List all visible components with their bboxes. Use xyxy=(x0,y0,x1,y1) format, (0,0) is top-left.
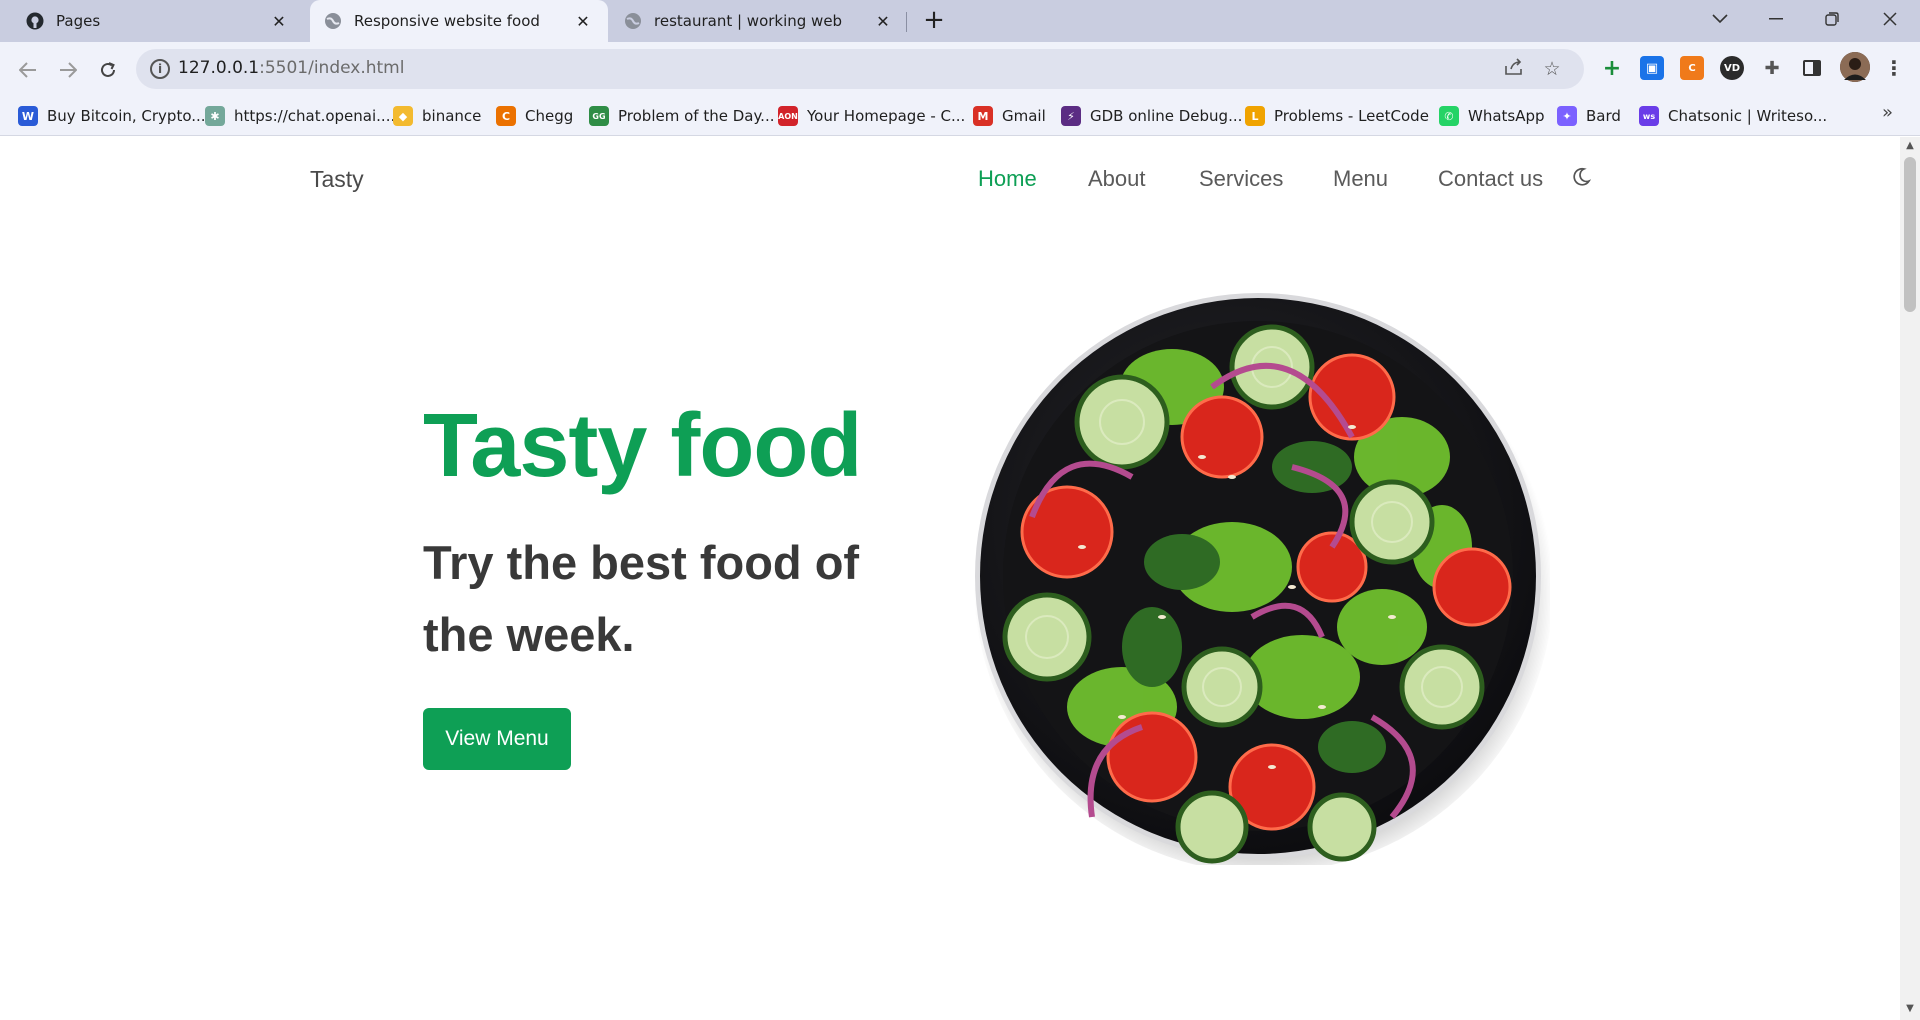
bookmark-label: https://chat.openai.... xyxy=(234,107,396,125)
tab-separator xyxy=(906,12,907,32)
tab-search-button[interactable] xyxy=(1692,0,1748,38)
chegg-skip-extension-icon[interactable]: C xyxy=(1680,56,1704,80)
nav-link-contact[interactable]: Contact us xyxy=(1438,166,1543,192)
bookmark-favicon-icon: ✦ xyxy=(1557,106,1577,126)
new-tab-button[interactable]: + xyxy=(918,6,950,36)
browser-toolbar: i 127.0.0.1:5501/index.html ☆ + ▣ C VD ✚… xyxy=(0,42,1920,96)
reload-button[interactable] xyxy=(94,56,122,84)
nav-link-about[interactable]: About xyxy=(1088,166,1146,192)
close-icon xyxy=(1883,12,1897,26)
chevron-down-icon xyxy=(1712,14,1728,24)
hero-subtitle: Try the best food of the week. xyxy=(423,536,860,661)
tab-title: restaurant | working web xyxy=(654,12,843,30)
browser-menu-icon[interactable]: ⋮ xyxy=(1882,56,1906,80)
page-viewport: Tasty Home About Services Menu Contact u… xyxy=(0,137,1900,1020)
bookmark-favicon-icon: M xyxy=(973,106,993,126)
tab-title: Pages xyxy=(56,12,101,30)
bookmark-label: Problem of the Day... xyxy=(618,107,775,125)
vd-extension-icon[interactable]: VD xyxy=(1720,56,1744,80)
bookmark-item[interactable]: ✱ https://chat.openai.... xyxy=(205,104,395,128)
salad-bowl-image xyxy=(974,293,1550,865)
tab-title: Responsive website food xyxy=(354,12,540,30)
close-icon[interactable]: ✕ xyxy=(872,10,894,32)
bookmark-favicon-icon: ◆ xyxy=(393,106,413,126)
nav-link-menu[interactable]: Menu xyxy=(1333,166,1388,192)
close-icon[interactable]: ✕ xyxy=(572,10,594,32)
bookmark-favicon-icon: AON xyxy=(778,106,798,126)
forward-button[interactable] xyxy=(54,56,82,84)
bookmark-favicon-icon: W xyxy=(18,106,38,126)
bookmark-star-icon[interactable]: ☆ xyxy=(1540,58,1564,80)
close-window-button[interactable] xyxy=(1862,0,1918,38)
bookmark-item[interactable]: AON Your Homepage - C... xyxy=(778,104,965,128)
bookmark-label: binance xyxy=(422,107,482,125)
bookmark-favicon-icon: ws xyxy=(1639,106,1659,126)
bookmark-favicon-icon: ✱ xyxy=(205,106,225,126)
arrow-right-icon xyxy=(60,62,77,78)
bookmark-label: Chegg xyxy=(525,107,574,125)
more-bookmarks-icon[interactable]: » xyxy=(1882,102,1893,123)
site-info-icon[interactable]: i xyxy=(150,59,170,79)
bookmark-item[interactable]: M Gmail xyxy=(973,104,1046,128)
bookmark-favicon-icon: L xyxy=(1245,106,1265,126)
address-bar[interactable]: i 127.0.0.1:5501/index.html ☆ xyxy=(136,49,1584,89)
reload-icon xyxy=(101,62,115,77)
bookmark-label: Problems - LeetCode xyxy=(1274,107,1429,125)
globe-icon xyxy=(324,12,342,30)
minimize-icon xyxy=(1769,18,1783,20)
back-button[interactable] xyxy=(14,56,42,84)
bookmark-label: Your Homepage - C... xyxy=(807,107,966,125)
bookmark-favicon-icon: ✆ xyxy=(1439,106,1459,126)
bookmark-item[interactable]: W Buy Bitcoin, Crypto... xyxy=(18,104,206,128)
bookmark-label: Gmail xyxy=(1002,107,1046,125)
bookmark-label: GDB online Debug... xyxy=(1090,107,1243,125)
nav-link-services[interactable]: Services xyxy=(1199,166,1283,192)
restore-icon xyxy=(1825,12,1839,26)
close-icon[interactable]: ✕ xyxy=(268,10,290,32)
bookmark-item[interactable]: ⚡ GDB online Debug... xyxy=(1061,104,1242,128)
minimize-button[interactable] xyxy=(1748,0,1804,38)
side-panel-icon[interactable] xyxy=(1800,56,1824,80)
scroll-up-icon[interactable]: ▲ xyxy=(1904,140,1916,154)
bookmark-item[interactable]: ws Chatsonic | Writeso... xyxy=(1639,104,1827,128)
bookmark-favicon-icon: C xyxy=(496,106,516,126)
bookmark-label: Buy Bitcoin, Crypto... xyxy=(47,107,206,125)
restore-button[interactable] xyxy=(1804,0,1860,38)
hero-title: Tasty food xyxy=(423,396,862,496)
scroll-down-icon[interactable]: ▼ xyxy=(1904,1003,1916,1017)
tab-responsive-website-food[interactable]: Responsive website food ✕ xyxy=(310,0,608,42)
tab-restaurant[interactable]: restaurant | working web ✕ xyxy=(610,0,908,42)
tab-pages[interactable]: Pages ✕ xyxy=(12,0,304,42)
bookmark-item[interactable]: ✦ Bard xyxy=(1557,104,1621,128)
bookmark-label: Bard xyxy=(1586,107,1621,125)
bookmark-item[interactable]: GG Problem of the Day... xyxy=(589,104,775,128)
bookmark-label: Chatsonic | Writeso... xyxy=(1668,107,1828,125)
bookmark-item[interactable]: C Chegg xyxy=(496,104,573,128)
site-logo[interactable]: Tasty xyxy=(310,166,364,193)
plus-extension-icon[interactable]: + xyxy=(1600,56,1624,81)
share-icon[interactable] xyxy=(1502,58,1526,80)
bookmark-item[interactable]: ✆ WhatsApp xyxy=(1439,104,1545,128)
bookmarks-bar: » W Buy Bitcoin, Crypto... ✱ https://chat.o… xyxy=(0,96,1920,136)
github-icon xyxy=(26,12,44,30)
page-scrollbar[interactable]: ▲ ▼ xyxy=(1900,137,1920,1020)
scrollbar-thumb[interactable] xyxy=(1904,157,1916,312)
bookmark-item[interactable]: L Problems - LeetCode xyxy=(1245,104,1429,128)
bookmark-favicon-icon: GG xyxy=(589,106,609,126)
arrow-left-icon xyxy=(19,62,36,78)
bookmark-label: WhatsApp xyxy=(1468,107,1545,125)
globe-icon xyxy=(624,12,642,30)
screenshot-extension-icon[interactable]: ▣ xyxy=(1640,56,1664,80)
bookmark-item[interactable]: ◆ binance xyxy=(393,104,481,128)
tab-strip: Pages ✕ Responsive website food ✕ restau… xyxy=(0,0,1920,42)
url-text: 127.0.0.1:5501/index.html xyxy=(178,58,405,78)
profile-avatar[interactable] xyxy=(1840,52,1870,82)
nav-link-home[interactable]: Home xyxy=(978,166,1037,192)
puzzle-extensions-icon[interactable]: ✚ xyxy=(1760,56,1784,80)
bookmark-favicon-icon: ⚡ xyxy=(1061,106,1081,126)
view-menu-button[interactable]: View Menu xyxy=(423,708,571,770)
moon-icon[interactable] xyxy=(1570,166,1592,188)
